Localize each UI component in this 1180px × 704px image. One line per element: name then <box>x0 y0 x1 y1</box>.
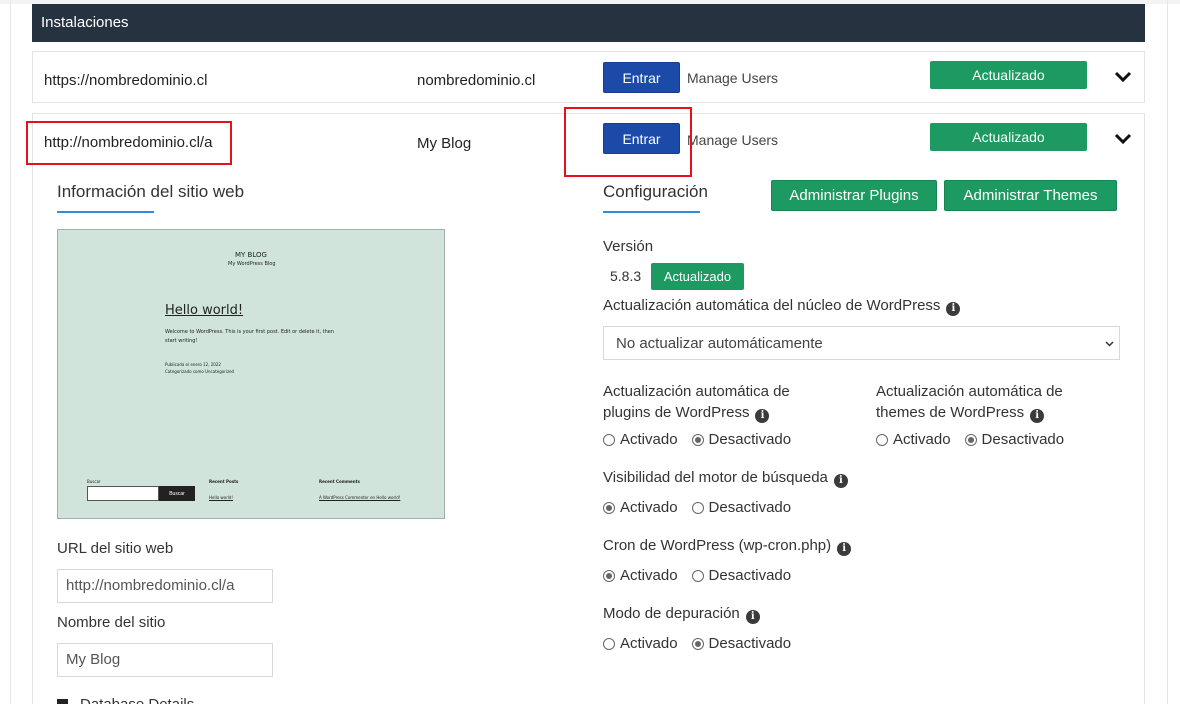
info-icon[interactable]: i <box>837 542 852 556</box>
radio-label: Activado <box>620 635 678 652</box>
site-name-field[interactable]: My Blog <box>57 643 273 677</box>
themes-update-off-radio[interactable] <box>964 433 977 446</box>
themes-update-on-radio[interactable] <box>876 433 888 446</box>
radio-label: Desactivado <box>708 635 792 652</box>
highlight-url-box <box>26 121 232 165</box>
cron-label-text: Cron de WordPress (wp-cron.php) <box>603 537 832 554</box>
preview-search-input <box>87 486 159 501</box>
radio-label: Desactivado <box>708 499 792 516</box>
plugins-update-label-line1: Actualización automática de <box>603 383 790 400</box>
core-update-label-text: Actualización automática del núcleo de W… <box>603 297 941 314</box>
chevron-down-icon[interactable] <box>1114 70 1132 84</box>
config-underline <box>603 211 700 213</box>
radio-label: Activado <box>620 499 678 516</box>
plugins-update-radio-group: Activado Desactivado <box>603 431 805 448</box>
debug-label: Modo de depuración i <box>603 605 760 624</box>
radio-label: Activado <box>620 431 678 448</box>
preview-post-title: Hello world! <box>165 303 244 318</box>
preview-search-label: Buscar <box>87 479 101 484</box>
cron-label: Cron de WordPress (wp-cron.php) i <box>603 537 852 556</box>
plugins-update-off-radio[interactable] <box>691 433 704 446</box>
status-updated-badge[interactable]: Actualizado <box>930 61 1087 89</box>
installation-row: https://nombredominio.cl nombredominio.c… <box>32 51 1145 103</box>
search-engine-label: Visibilidad del motor de búsqueda i <box>603 469 848 488</box>
site-name-label: Nombre del sitio <box>57 614 166 631</box>
core-update-selected: No actualizar automáticamente <box>616 335 823 352</box>
search-engine-label-text: Visibilidad del motor de búsqueda <box>603 469 828 486</box>
radio-label: Desactivado <box>708 431 792 448</box>
themes-update-label-line1: Actualización automática de <box>876 383 1063 400</box>
highlight-enter-box <box>564 107 692 177</box>
debug-off-radio[interactable] <box>691 637 704 650</box>
plugins-update-label: Actualización automática de plugins de W… <box>603 381 790 423</box>
manage-plugins-button[interactable]: Administrar Plugins <box>771 180 937 211</box>
status-updated-badge[interactable]: Actualizado <box>930 123 1087 151</box>
preview-recent-comments-title: Recent Comments <box>319 479 360 484</box>
core-update-select[interactable]: No actualizar automáticamente <box>603 326 1120 360</box>
chevron-down-icon <box>1105 341 1114 347</box>
site-info-underline <box>57 211 154 213</box>
radio-label: Activado <box>893 431 951 448</box>
expand-icon <box>57 699 68 704</box>
version-value: 5.8.3 <box>610 268 642 284</box>
site-info-title: Información del sitio web <box>57 182 245 201</box>
preview-post-body: start writing! <box>165 338 198 344</box>
site-url-label: URL del sitio web <box>57 540 174 557</box>
radio-label: Desactivado <box>981 431 1065 448</box>
info-icon[interactable]: i <box>833 474 848 488</box>
preview-recent-posts-title: Recent Posts <box>209 479 239 484</box>
chevron-down-icon[interactable] <box>1114 132 1132 146</box>
database-details-label: Database Details <box>80 696 194 704</box>
installations-title: Instalaciones <box>41 14 129 31</box>
cron-on-radio[interactable] <box>603 569 615 582</box>
debug-label-text: Modo de depuración <box>603 605 740 622</box>
info-icon[interactable]: i <box>745 610 760 624</box>
preview-blog-tagline: My WordPress Blog <box>228 261 276 267</box>
preview-post-meta: Categorizado como Uncategorized <box>165 369 235 374</box>
search-engine-off-radio[interactable] <box>691 501 704 514</box>
installations-header: Instalaciones <box>32 4 1145 42</box>
manage-users-link[interactable]: Manage Users <box>687 70 778 86</box>
themes-update-radio-group: Activado Desactivado <box>876 431 1078 448</box>
info-icon[interactable]: i <box>1030 409 1045 423</box>
radio-label: Activado <box>620 567 678 584</box>
frame-left-border <box>10 0 11 704</box>
themes-update-label: Actualización automática de themes de Wo… <box>876 381 1063 423</box>
debug-radio-group: Activado Desactivado <box>603 635 805 652</box>
manage-themes-button[interactable]: Administrar Themes <box>944 180 1117 211</box>
preview-recent-comments-item: A WordPress Commenter en Hello world! <box>319 495 401 500</box>
installation-name: nombredominio.cl <box>417 72 536 89</box>
config-title: Configuración <box>603 182 708 201</box>
preview-post-meta: Publicada el enero 12, 2022 <box>165 362 221 367</box>
manage-users-link[interactable]: Manage Users <box>687 132 778 148</box>
plugins-update-on-radio[interactable] <box>603 433 615 446</box>
themes-update-label-line2: themes de WordPress <box>876 404 1025 421</box>
frame-right-border <box>1167 0 1168 704</box>
preview-search-button: Buscar <box>159 486 195 501</box>
version-label: Versión <box>603 238 654 255</box>
radio-label: Desactivado <box>708 567 792 584</box>
enter-button[interactable]: Entrar <box>603 62 680 93</box>
preview-blog-title: MY BLOG <box>235 251 267 259</box>
core-update-label: Actualización automática del núcleo de W… <box>603 297 961 316</box>
plugins-update-label-line2: plugins de WordPress <box>603 404 750 421</box>
database-details-toggle[interactable]: Database Details <box>57 696 194 704</box>
version-status-badge: Actualizado <box>651 263 744 290</box>
site-url-field[interactable]: http://nombredominio.cl/a <box>57 569 273 603</box>
preview-post-body: Welcome to WordPress. This is your first… <box>165 329 335 335</box>
search-engine-radio-group: Activado Desactivado <box>603 499 805 516</box>
cron-radio-group: Activado Desactivado <box>603 567 805 584</box>
info-icon[interactable]: i <box>946 302 961 316</box>
installation-url[interactable]: https://nombredominio.cl <box>44 72 207 89</box>
preview-recent-posts-item: Hello world! <box>209 495 234 500</box>
site-preview-thumbnail[interactable]: MY BLOG My WordPress Blog Hello world! W… <box>57 229 445 519</box>
info-icon[interactable]: i <box>755 409 770 423</box>
cron-off-radio[interactable] <box>691 569 704 582</box>
debug-on-radio[interactable] <box>603 637 615 650</box>
installation-name: My Blog <box>417 135 472 152</box>
search-engine-on-radio[interactable] <box>603 501 615 514</box>
